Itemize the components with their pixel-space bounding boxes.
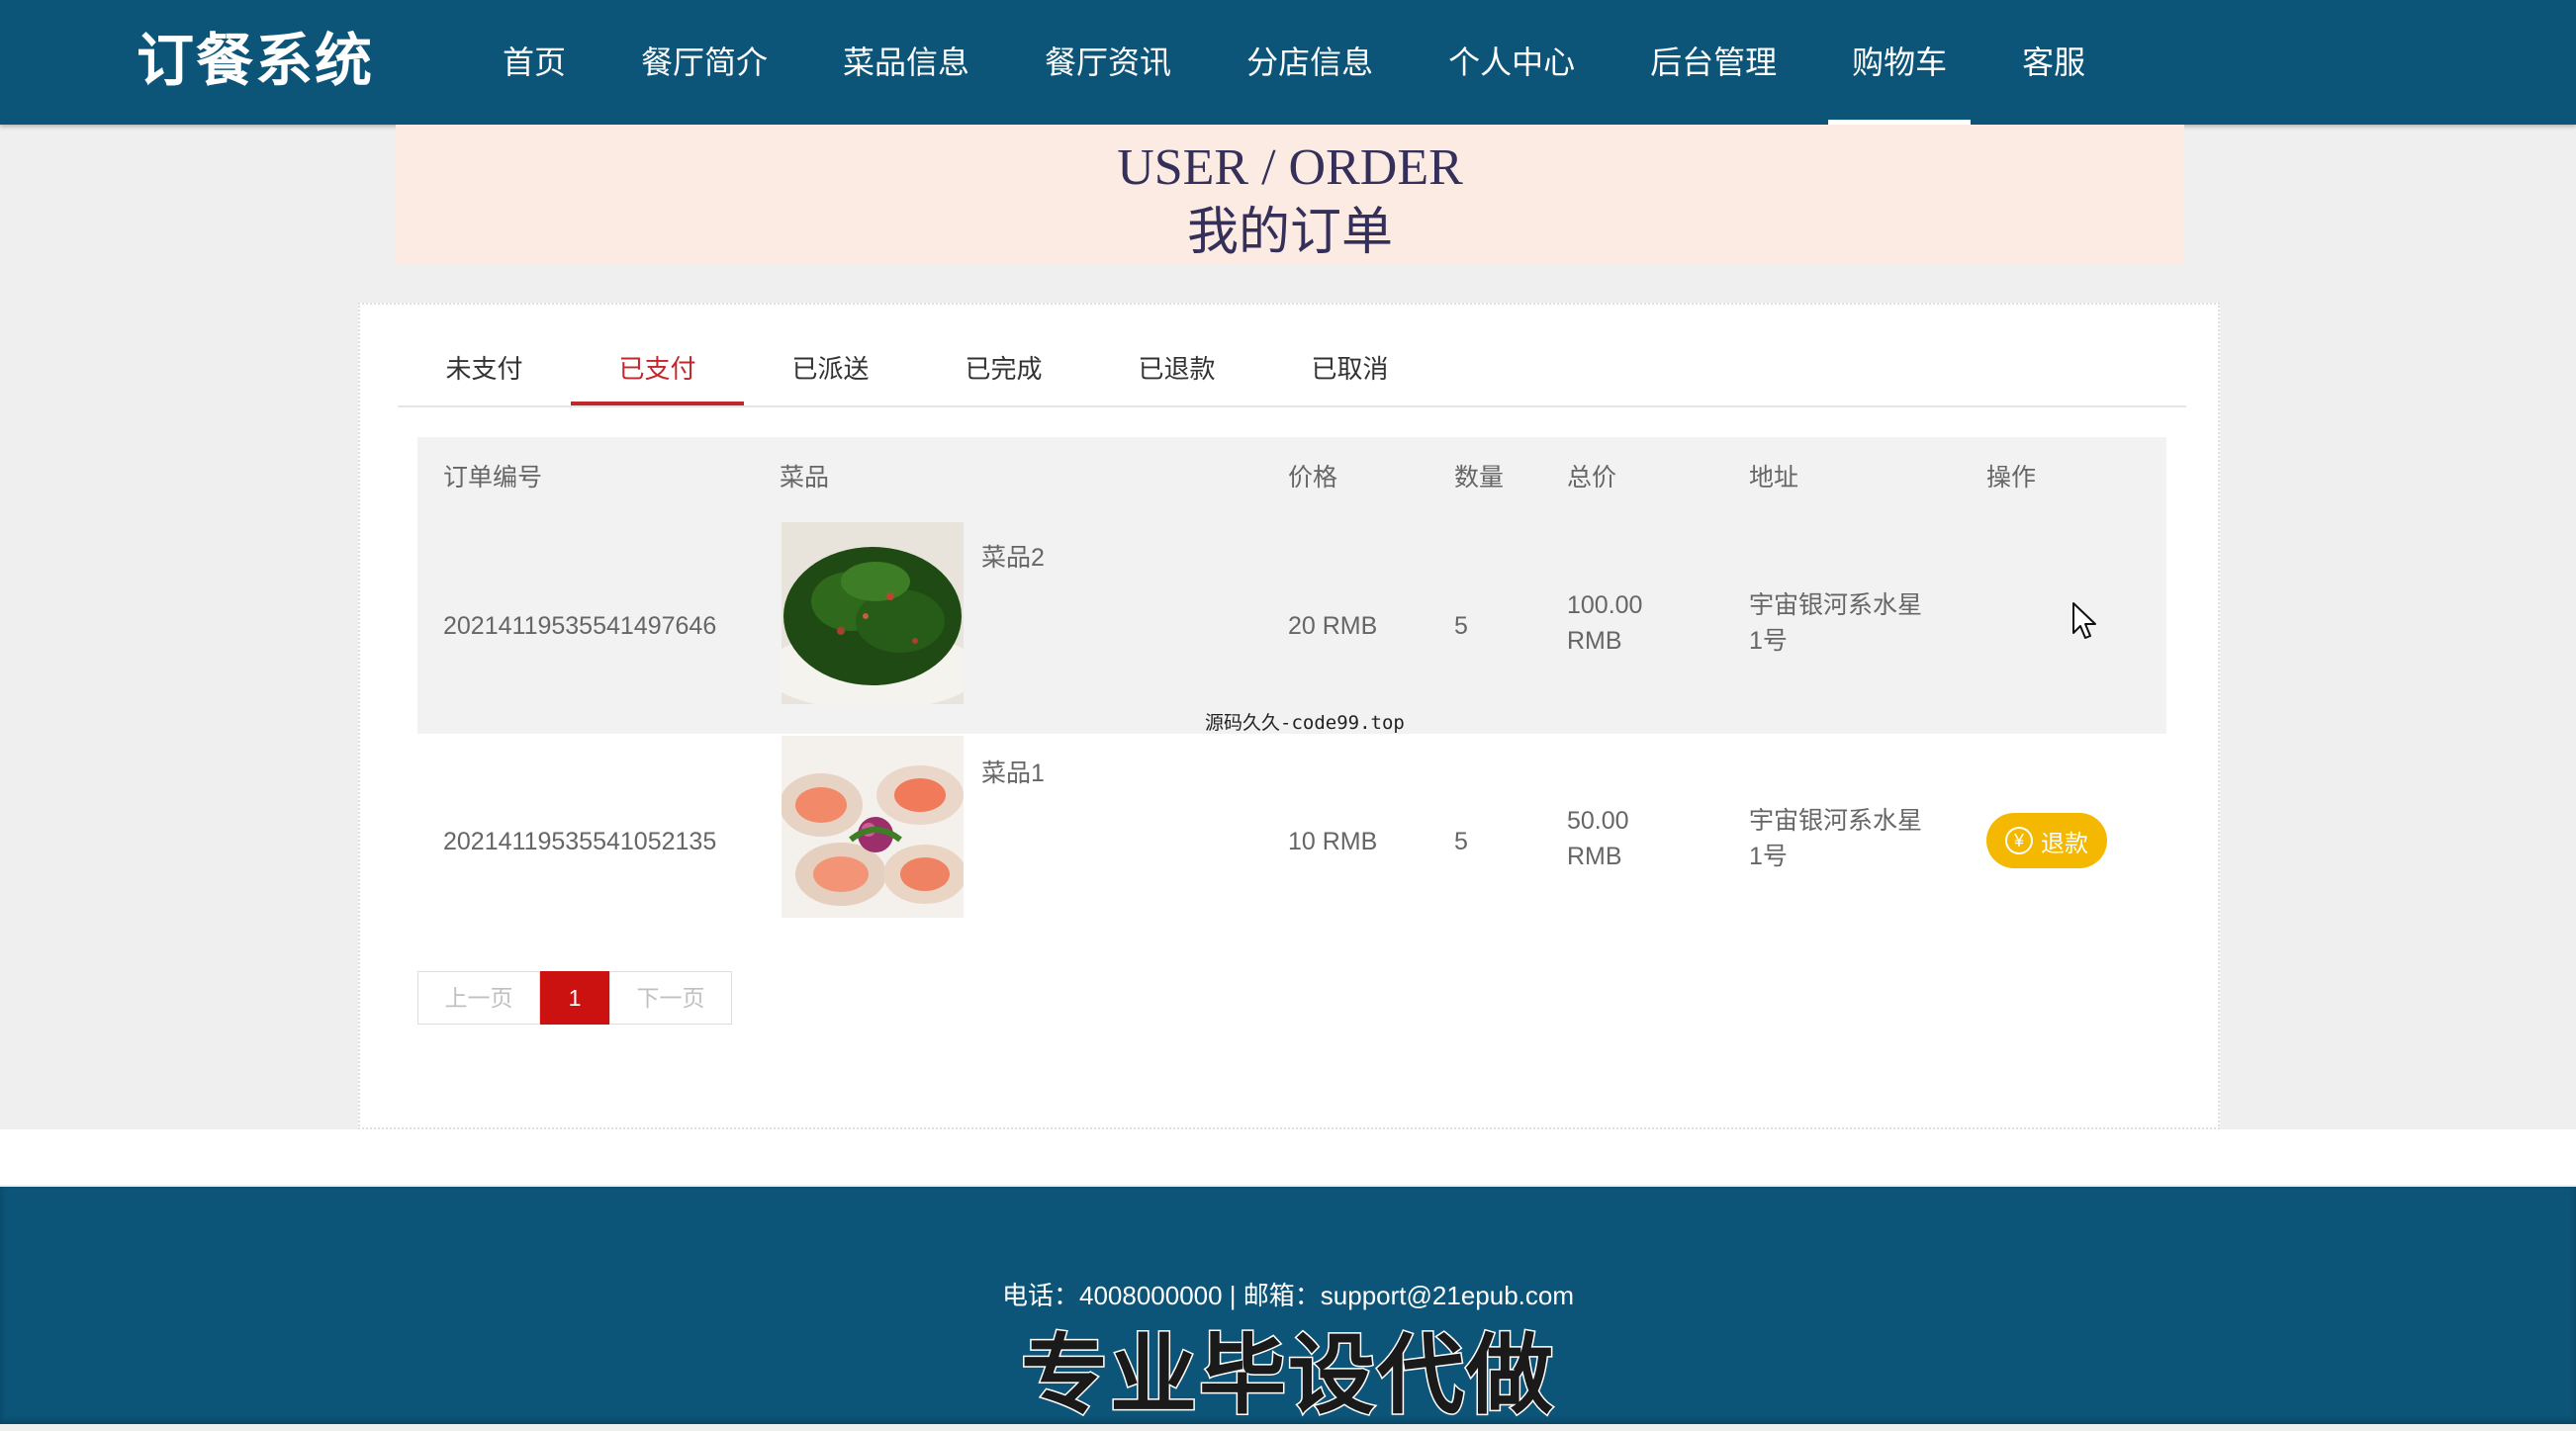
- tab-refunded[interactable]: 已退款: [1090, 340, 1263, 405]
- nav-home[interactable]: 首页: [465, 0, 603, 125]
- refund-button[interactable]: ¥ 退款: [1986, 813, 2107, 868]
- col-order-no: 订单编号: [443, 464, 543, 492]
- refund-label: 退款: [2041, 830, 2088, 857]
- dish-qty: 5: [1454, 828, 1468, 855]
- address-line-2: 1号: [1749, 627, 1788, 655]
- nav-user-center[interactable]: 个人中心: [1411, 0, 1612, 125]
- nav-cart[interactable]: 购物车: [1814, 0, 1984, 125]
- col-qty: 数量: [1454, 464, 1505, 492]
- order-number: 20214119535541497646: [443, 612, 717, 640]
- dish-price: 10 RMB: [1288, 828, 1378, 855]
- order-number: 20214119535541052135: [443, 828, 717, 855]
- dish-price: 20 RMB: [1288, 612, 1378, 640]
- table-row: 20214119535541052135 菜品1 10 RMB 5 50.00 …: [417, 734, 2166, 949]
- address-line-1: 宇宙银河系水星: [1749, 807, 1923, 835]
- next-page-button[interactable]: 下一页: [609, 971, 732, 1025]
- order-total-unit: RMB: [1567, 627, 1622, 655]
- watermark-text: 源码久久-code99.top: [1205, 712, 1405, 734]
- dish-image-scallops[interactable]: [782, 736, 964, 918]
- order-total-amount: 100.00: [1567, 591, 1643, 619]
- footer-divider: [0, 1129, 2576, 1185]
- col-total: 总价: [1567, 464, 1617, 492]
- table-row: 20214119535541497646 菜品2 20 RMB 5 100.00…: [417, 518, 2166, 734]
- col-dish: 菜品: [780, 464, 830, 492]
- order-total: 100.00 RMB: [1567, 587, 1765, 659]
- col-address: 地址: [1749, 464, 1799, 492]
- address-line-2: 1号: [1749, 843, 1788, 870]
- orders-table: 订单编号 菜品 价格 数量 总价 地址 操作 20214119535541497…: [417, 437, 2166, 949]
- nav-admin[interactable]: 后台管理: [1612, 0, 1814, 125]
- col-action: 操作: [1986, 464, 2037, 492]
- dish-image-greens[interactable]: [782, 522, 964, 704]
- mouse-pointer-icon: [2072, 602, 2096, 639]
- nav-branches[interactable]: 分店信息: [1209, 0, 1411, 125]
- col-price: 价格: [1288, 464, 1338, 492]
- order-total-amount: 50.00: [1567, 807, 1629, 835]
- dish-name[interactable]: 菜品1: [981, 754, 1045, 789]
- page-title-en: USER / ORDER: [1117, 139, 1463, 196]
- dish-name[interactable]: 菜品2: [981, 538, 1045, 574]
- pagination: 上一页 1 下一页: [417, 971, 732, 1025]
- page-banner: USER / ORDER 我的订单: [396, 125, 2184, 265]
- top-navbar: 订餐系统 首页 餐厅简介 菜品信息 餐厅资讯 分店信息 个人中心 后台管理 购物…: [0, 0, 2576, 125]
- dish-qty: 5: [1454, 612, 1468, 640]
- tab-unpaid[interactable]: 未支付: [398, 340, 571, 405]
- tab-paid[interactable]: 已支付: [571, 340, 744, 405]
- current-page-button[interactable]: 1: [540, 971, 609, 1025]
- nav-dishes[interactable]: 菜品信息: [805, 0, 1007, 125]
- order-address: 宇宙银河系水星 1号: [1749, 587, 1947, 659]
- video-caption: 专业毕设代做: [1019, 1325, 1555, 1426]
- order-total-unit: RMB: [1567, 843, 1622, 870]
- nav-support[interactable]: 客服: [1984, 0, 2123, 125]
- nav-restaurant-intro[interactable]: 餐厅简介: [603, 0, 805, 125]
- tab-dispatched[interactable]: 已派送: [744, 340, 917, 405]
- page-title-cn: 我的订单: [1186, 205, 1393, 261]
- tab-cancelled[interactable]: 已取消: [1263, 340, 1436, 405]
- order-status-tabs: 未支付 已支付 已派送 已完成 已退款 已取消: [398, 340, 2186, 407]
- order-total: 50.00 RMB: [1567, 803, 1765, 874]
- site-logo[interactable]: 订餐系统: [137, 26, 374, 97]
- address-line-1: 宇宙银河系水星: [1749, 591, 1923, 619]
- site-footer: 电话：4008000000 | 邮箱：support@21epub.com 专业…: [0, 1187, 2576, 1426]
- table-header: 订单编号 菜品 价格 数量 总价 地址 操作: [417, 437, 2166, 518]
- order-address: 宇宙银河系水星 1号: [1749, 803, 1947, 874]
- nav-news[interactable]: 餐厅资讯: [1007, 0, 1209, 125]
- tab-completed[interactable]: 已完成: [917, 340, 1090, 405]
- yen-circle-icon: ¥: [2005, 827, 2033, 854]
- prev-page-button[interactable]: 上一页: [417, 971, 540, 1025]
- main-nav: 首页 餐厅简介 菜品信息 餐厅资讯 分店信息 个人中心 后台管理 购物车 客服: [465, 0, 2123, 125]
